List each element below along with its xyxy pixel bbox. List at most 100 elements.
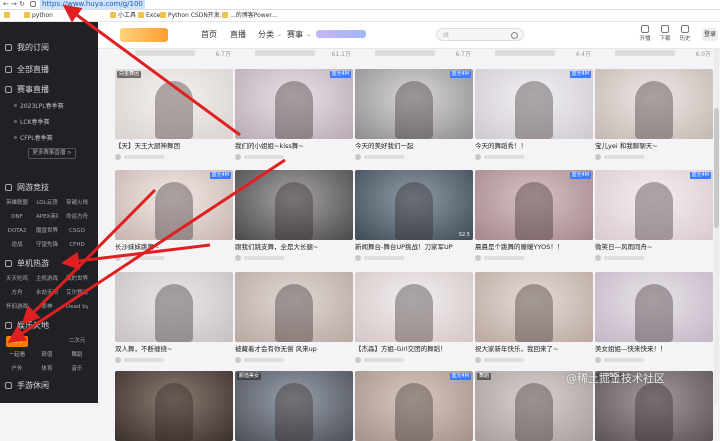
category-tag[interactable]: DOTA2 (6, 226, 28, 237)
login-button[interactable]: 登录 (702, 28, 718, 41)
room-thumbnail[interactable] (595, 272, 713, 342)
avatar[interactable] (595, 255, 601, 261)
bookmark-item[interactable]: ...的博客Power... (222, 11, 277, 20)
sidebar-event-item[interactable]: CFPL春季赛 (14, 134, 60, 143)
category-tag[interactable]: 命运方舟 (66, 212, 88, 223)
room-title[interactable]: 今天的美好我们一起 (355, 142, 473, 151)
avatar[interactable] (475, 154, 481, 160)
category-tag[interactable]: 主机游戏 (36, 274, 58, 285)
sidebar-item-all-live[interactable]: 全部直播 (5, 62, 49, 78)
avatar[interactable] (115, 357, 121, 363)
nav-home[interactable]: 首页 (201, 22, 217, 48)
category-tag[interactable]: 音乐 (66, 364, 88, 375)
history-button[interactable]: 历史 (676, 25, 694, 42)
more-events-button[interactable]: 更多赛事直播 > (28, 148, 76, 159)
category-tag[interactable]: 英雄联盟 (6, 198, 28, 209)
avatar[interactable] (115, 255, 121, 261)
promo-banner[interactable] (316, 30, 366, 38)
bookmark-item[interactable]: python (24, 11, 53, 20)
room-thumbnail[interactable]: 蓝光4M (235, 69, 353, 139)
room-title[interactable]: 新闻舞台-舞台UP挑战！刀家军UP (355, 243, 473, 252)
category-tag[interactable]: 天天吃鸡 (6, 274, 28, 285)
chevron-down-icon[interactable]: ⌄ (306, 22, 311, 48)
category-tag[interactable]: LOL云顶 (36, 198, 58, 209)
category-tag[interactable]: 体育 (36, 364, 58, 375)
sidebar-item-mobile-games[interactable]: 手游休闲 (5, 378, 49, 394)
category-tag[interactable]: 颜值 (36, 350, 58, 361)
category-tag[interactable]: 一起看 (6, 350, 28, 361)
room-title[interactable]: 被藏着才会有你无偿 风来up (235, 345, 353, 354)
avatar[interactable] (595, 357, 601, 363)
avatar[interactable] (595, 154, 601, 160)
category-tag[interactable]: 怀旧游戏 (6, 302, 28, 313)
category-tag[interactable]: 舞蹈 (66, 350, 88, 361)
nav-events[interactable]: 赛事 (287, 22, 303, 48)
category-tag[interactable]: 方舟 (6, 288, 28, 299)
room-thumbnail[interactable]: 52.5 (355, 170, 473, 240)
room-thumbnail[interactable]: 蓝光4M (475, 170, 593, 240)
bookmark-item[interactable]: Python CSDN开发... (160, 11, 226, 20)
room-thumbnail[interactable]: 蓝光4M (595, 170, 713, 240)
room-thumbnail[interactable] (355, 272, 473, 342)
address-bar[interactable]: ← → ↻ https://www.huya.com/g/100 (0, 0, 720, 10)
category-tag[interactable]: 艾尔登法环 (66, 288, 88, 299)
room-title[interactable]: 【天】天王大厨神舞团 (115, 142, 233, 151)
room-thumbnail[interactable]: 白金舞团 (115, 69, 233, 139)
room-thumbnail[interactable] (115, 272, 233, 342)
category-tag[interactable]: Dead by (66, 302, 88, 313)
room-thumbnail[interactable] (475, 272, 593, 342)
download-button[interactable]: 下载 (656, 25, 674, 42)
category-tag[interactable]: 魔兽世界 (36, 226, 58, 237)
nav-category[interactable]: 分类 (258, 22, 274, 48)
category-tag[interactable]: 星秀 (6, 336, 28, 347)
search-icon[interactable] (511, 32, 518, 39)
avatar[interactable] (355, 357, 361, 363)
room-thumbnail[interactable] (595, 69, 713, 139)
reload-icon[interactable]: ↻ (19, 0, 25, 9)
start-live-button[interactable]: 开播 (636, 25, 654, 42)
category-tag[interactable]: 守望先锋 (36, 240, 58, 251)
avatar[interactable] (115, 154, 121, 160)
room-title[interactable]: 双人舞，不断缠绕~ (115, 345, 233, 354)
sidebar-item-single-games[interactable]: 单机热游 (5, 256, 49, 272)
category-tag[interactable]: 逆战 (6, 240, 28, 251)
sidebar-item-online-games[interactable]: 网游竞技 (5, 180, 49, 196)
room-thumbnail[interactable]: 蓝光4M (475, 69, 593, 139)
room-title[interactable]: 我们的小姐姐~kiss舞~ (235, 142, 353, 151)
category-tag[interactable]: DNF (6, 212, 28, 223)
category-tag[interactable]: 户外 (6, 364, 28, 375)
room-thumbnail[interactable]: 颜值美女 (235, 371, 353, 441)
room-title[interactable]: 祝大家新年快乐，我回来了~ (475, 345, 593, 354)
room-thumbnail[interactable]: 蓝光4M (355, 69, 473, 139)
room-title[interactable]: 今天的舞蹈秀！！ (475, 142, 593, 151)
category-tag[interactable] (36, 336, 58, 347)
bookmark-item[interactable]: 小工具 (110, 11, 136, 20)
room-title[interactable]: 美女姐姐—快来快来！！ (595, 345, 713, 354)
room-thumbnail[interactable] (235, 272, 353, 342)
scrollbar-thumb[interactable] (714, 108, 719, 228)
bookmark-item[interactable]: Excel (138, 11, 162, 20)
category-tag[interactable]: 原神 (36, 302, 58, 313)
room-title[interactable]: 长沙妹妹跳舞~ (115, 243, 233, 252)
sidebar-event-item[interactable]: LCK春季赛 (14, 118, 60, 127)
chevron-down-icon[interactable]: ⌄ (277, 22, 282, 48)
sidebar-item-subscribe[interactable]: 我的订阅 (5, 40, 49, 56)
url-text[interactable]: https://www.huya.com/g/100 (40, 0, 145, 9)
avatar[interactable] (355, 255, 361, 261)
room-title[interactable]: 跟我们跳支舞，全是大长腿~ (235, 243, 353, 252)
avatar[interactable] (475, 255, 481, 261)
category-tag[interactable]: 我的世界 (66, 274, 88, 285)
avatar[interactable] (235, 357, 241, 363)
sidebar-item-entertainment[interactable]: 娱乐天地 (5, 318, 49, 334)
forward-icon[interactable]: → (11, 0, 17, 9)
scrollbar[interactable] (714, 48, 719, 403)
category-tag[interactable]: 永劫无间 (36, 288, 58, 299)
room-title[interactable]: 宝儿yei 和我聊聊天~ (595, 142, 713, 151)
huya-logo[interactable] (120, 28, 168, 42)
room-thumbnail[interactable]: 蓝光4M (115, 170, 233, 240)
nav-live[interactable]: 直播 (230, 22, 246, 48)
room-thumbnail[interactable]: 蓝光4M (355, 371, 473, 441)
category-tag[interactable]: CSGO (66, 226, 88, 237)
room-title[interactable]: 【杰森】方姐-Girl交团的舞蹈！ (355, 345, 473, 354)
back-icon[interactable]: ← (3, 0, 9, 9)
